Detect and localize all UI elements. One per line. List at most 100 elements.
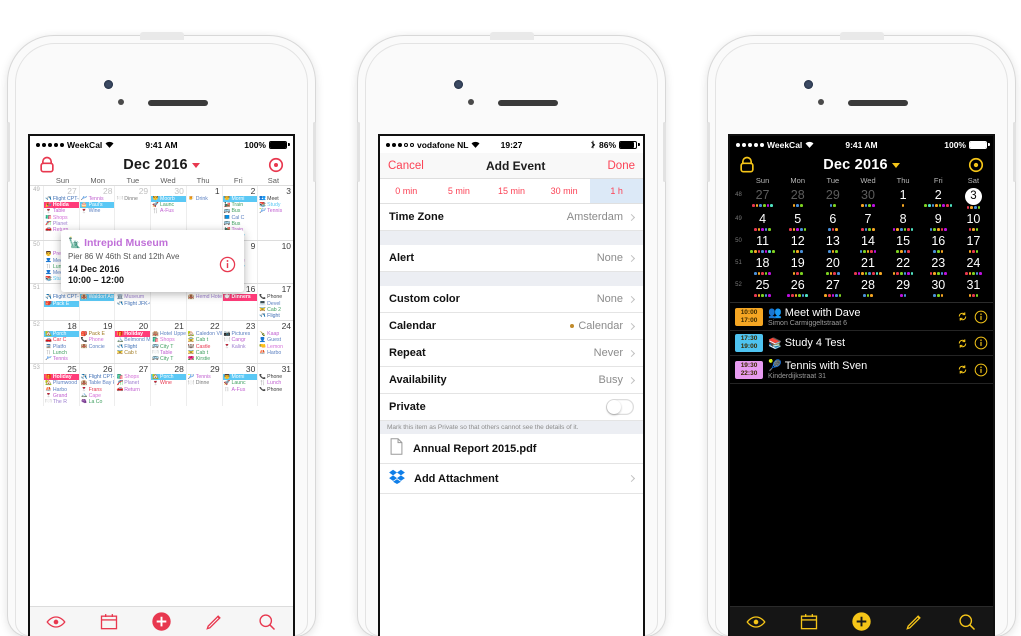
day-cell[interactable]: 30 [850,188,885,207]
day-cell[interactable]: 11 [745,234,780,253]
calendar-icon[interactable] [99,612,119,632]
day-cell[interactable]: 21🏨Hotel Upper Ea🛍️Shops🚌City T🍽️Table🚌C… [150,321,186,364]
info-icon[interactable] [974,310,988,324]
day-cell[interactable]: 22🏡Caledon Villa Gr🚖Cab t🏰Castle🚖Cab t🌺K… [185,321,222,364]
day-event[interactable]: 🚖 Cab t [115,350,150,356]
recurring-icon[interactable] [957,338,968,349]
day-cell[interactable]: 19 [780,256,815,275]
day-cell[interactable]: 9 [921,212,956,231]
day-cell[interactable]: 18 [745,256,780,275]
form-row-alert[interactable]: Alert None [380,245,643,272]
eye-icon[interactable] [746,612,766,632]
cancel-button[interactable]: Cancel [388,160,424,172]
day-cell[interactable]: 27 [745,188,780,207]
day-cell[interactable]: 5 [780,212,815,231]
day-event[interactable]: ✈️ Flight [258,313,293,319]
form-row-repeat[interactable]: Repeat Never [380,340,643,367]
day-event[interactable]: 🍽️ Dinners [222,294,258,301]
info-icon[interactable] [974,363,988,377]
week-row[interactable]: 50 11 12 13 14 15 16 17 [732,234,991,253]
day-event[interactable]: 🎾 Tennis [258,208,293,214]
day-event[interactable]: 📞 Phone [258,387,293,393]
day-cell[interactable]: 1 [886,188,921,207]
day-event[interactable]: 🍽️ Dinne [187,380,222,386]
day-event[interactable]: 🍺 Drink [187,196,222,202]
day-event[interactable]: 🏨 Concie [80,344,115,350]
day-event[interactable]: 🏨 Hemd Hotel [187,294,222,300]
day-event[interactable]: 🚗 Return [115,387,150,393]
day-cell[interactable]: 2 [921,188,956,207]
month-grid-right[interactable]: 48 27 28 29 30 1 2 3 49 4 5 6 7 8 9 10 50 11 12 13 14 15 16 17 5… [730,188,993,297]
day-cell[interactable]: 31 📞 Phone 🍴 Lunch 📞 Phone [257,364,293,407]
add-icon[interactable] [851,611,872,632]
alert-duration-segments[interactable]: 0 min 5 min 15 min 30 min 1 h [380,179,643,204]
lock-icon[interactable] [737,155,757,175]
add-icon[interactable] [151,611,172,632]
week-row[interactable]: 5325🎁Holiday🏡Plumwood Inn⛵Harbo🍷Grand🍽️T… [30,363,293,407]
day-cell[interactable]: 17 [956,234,991,253]
search-icon[interactable] [257,612,277,632]
day-cell[interactable]: 29 🎾 Tennis 🍽️ Dinne [185,364,222,407]
day-event[interactable]: 🍽️ The R [44,399,79,405]
day-cell[interactable]: 30 👨 Morni 🚀 Launc 🍴 A-Fus [221,364,258,407]
day-event[interactable]: ✈️Flight JFK-CPH [115,301,150,307]
recurring-icon[interactable] [957,311,968,322]
info-icon[interactable] [974,336,988,350]
month-title[interactable]: Dec 2016 [757,157,966,173]
day-cell[interactable]: 14 [850,234,885,253]
event-row[interactable]: 19:30 22:30 🎾 Tennis with Sven Kinderdijkstr… [730,356,993,384]
day-event[interactable]: 🍴 A-Fus [151,208,186,214]
toolbar-left[interactable] [30,606,293,636]
day-cell[interactable]: 17 📞 Phone 💻 Devel 🚖 Cab 2 ✈️ Flight [257,284,293,321]
segment-30-min[interactable]: 30 min [538,179,591,203]
gear-icon[interactable] [266,155,286,175]
day-cell[interactable]: 7 [850,212,885,231]
day-cell[interactable]: 6 [815,212,850,231]
day-cell[interactable]: 13 [815,234,850,253]
recurring-icon[interactable] [957,364,968,375]
day-event[interactable]: ⛵ Harbo [258,350,293,356]
segment-5-min[interactable]: 5 min [433,179,486,203]
event-row[interactable]: 17:30 19:00 📚 Study 4 Test [730,331,993,356]
form-row-private[interactable]: Private [380,394,643,421]
week-row[interactable]: 52 18 🏡 Porch 🚗 Car C 🚆 Platfo 🍴 Lunch 🎾 Tennis 19 🎒 P… [30,320,293,364]
day-cell[interactable]: 21 [850,256,885,275]
toolbar-right[interactable] [730,606,993,636]
form-row-custom-color[interactable]: Custom color None [380,286,643,313]
form-row-calendar[interactable]: Calendar Calendar [380,313,643,340]
attachment-row[interactable]: Add Attachment [380,464,643,494]
day-event[interactable]: 🍷 Kalink [223,344,258,350]
event-row[interactable]: 10:00 17:00 👥 Meet with Dave Simon Carmiggel… [730,303,993,331]
pencil-icon[interactable] [904,612,924,632]
day-cell[interactable]: 28 [780,188,815,207]
week-row[interactable]: 51 18 19 20 21 22 23 24 [732,256,991,275]
event-popup[interactable]: 🗽 Intrepid Museum Pier 86 W 46th St and … [61,230,244,292]
event-list[interactable]: 10:00 17:00 👥 Meet with Dave Simon Carmiggel… [730,302,993,384]
day-cell[interactable]: 29 [815,188,850,207]
day-cell[interactable]: 27 🛍️ Shops 🎢 Planet 🚗 Return [114,364,150,407]
eye-icon[interactable] [46,612,66,632]
day-cell[interactable]: 12 [780,234,815,253]
day-cell[interactable]: 15 [886,234,921,253]
week-row[interactable]: 49 4 5 6 7 8 9 10 [732,212,991,231]
pencil-icon[interactable] [204,612,224,632]
day-cell[interactable]: 10 [956,212,991,231]
day-event[interactable]: 🌺 Kirstie [187,356,222,362]
gear-icon[interactable] [966,155,986,175]
day-cell[interactable]: 10 [257,241,293,284]
form-row-availability[interactable]: Availability Busy [380,367,643,394]
day-event[interactable]: 🚌 City T [151,356,186,362]
day-cell[interactable]: 20🎁Holiday🏔️Belmond Mount✈️Flight🚖Cab t [114,321,151,364]
month-title[interactable]: Dec 2016 [57,157,266,173]
day-cell[interactable]: 28 🏡 Porch 🍷 Wine [150,364,186,407]
day-cell[interactable]: 16 [921,234,956,253]
day-event[interactable]: 🍇 La Co [80,399,115,405]
day-cell[interactable]: 22 [886,256,921,275]
day-event[interactable]: 🍷 Wine [151,380,186,386]
day-cell[interactable]: 3 👥 Meet 📚 Study 🎾 Tennis [257,186,293,241]
day-event[interactable]: 🏨Waldorf Astoria [79,294,115,301]
calendar-icon[interactable] [799,612,819,632]
segment-15-min[interactable]: 15 min [485,179,538,203]
day-cell[interactable]: 25 [745,278,780,297]
day-cell[interactable]: 4 [745,212,780,231]
